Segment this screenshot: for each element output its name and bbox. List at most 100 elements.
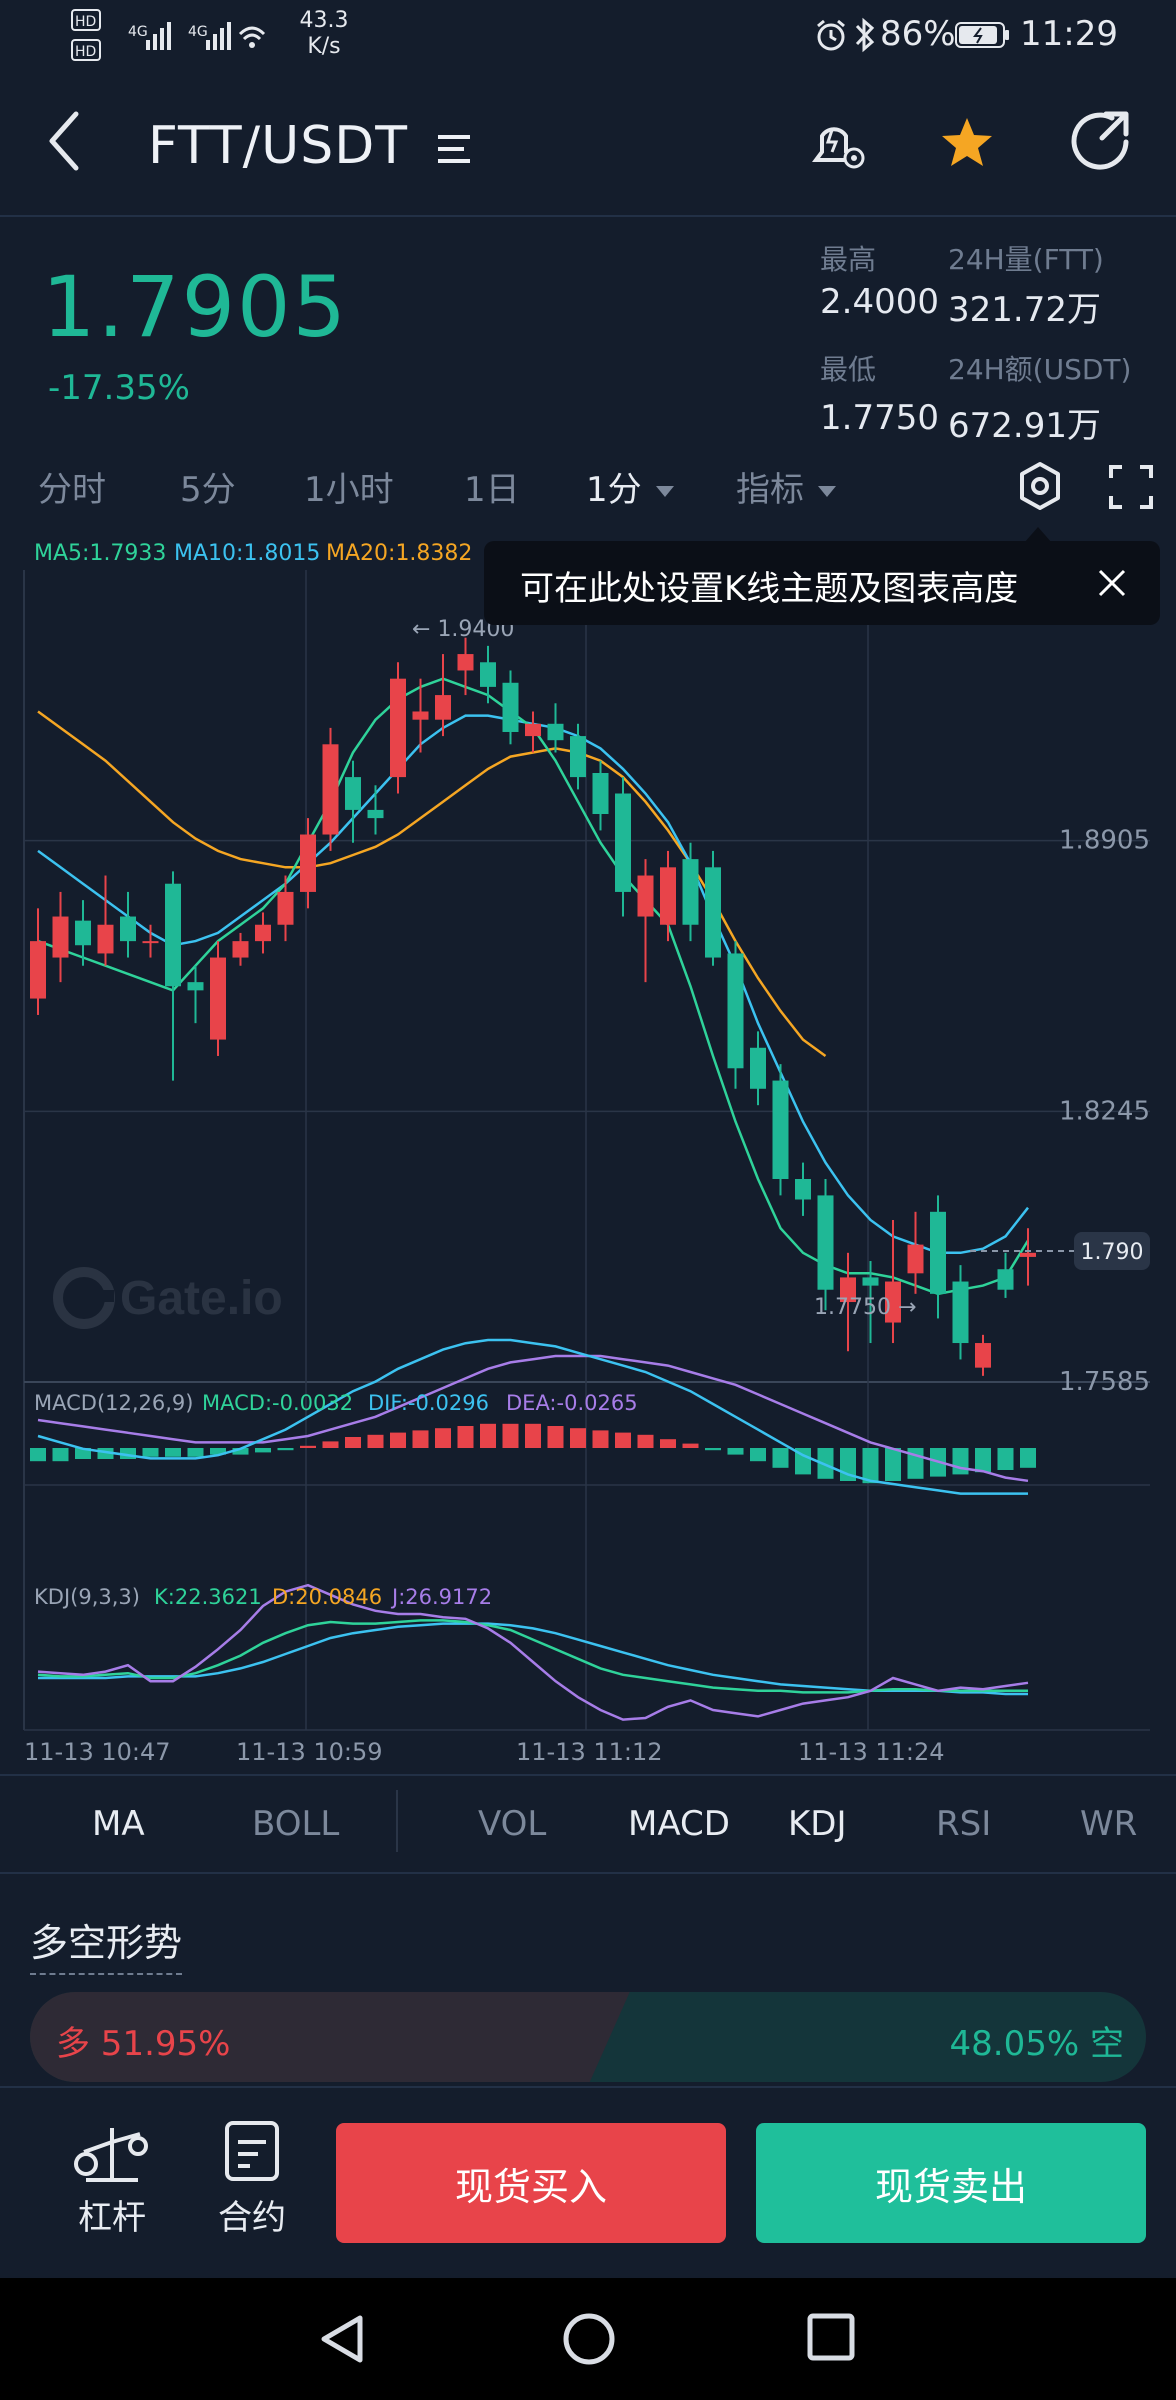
- macd-bar: [322, 1441, 339, 1448]
- macd-bar: [727, 1448, 744, 1455]
- sentiment-bar: 多 51.95% 48.05% 空: [30, 1992, 1146, 2082]
- candle: [390, 662, 406, 794]
- macd-value: MACD:-0.0032: [202, 1391, 353, 1415]
- candle: [817, 1179, 834, 1311]
- tooltip-close-button[interactable]: [1092, 563, 1132, 603]
- candle: [592, 760, 609, 831]
- candle-body: [547, 723, 564, 741]
- pair-switcher[interactable]: FTT/USDT: [148, 116, 474, 176]
- back-button[interactable]: [40, 106, 90, 176]
- tab-macd[interactable]: MACD: [628, 1804, 730, 1844]
- share-button[interactable]: [1068, 108, 1134, 174]
- last-price-tag-text: 1.790: [1081, 1240, 1144, 1265]
- tab-kdj[interactable]: KDJ: [788, 1804, 847, 1844]
- candle-body: [795, 1179, 811, 1200]
- candle: [975, 1334, 991, 1376]
- spot-buy-button[interactable]: 现货买入: [336, 2123, 726, 2243]
- ma20-legend: MA20:1.8382: [326, 541, 472, 566]
- time-axis: 11-13 10:47 11-13 10:59 11-13 11:12 11-13 1…: [24, 1738, 945, 1766]
- candle: [772, 1064, 789, 1196]
- tab-ma[interactable]: MA: [92, 1804, 145, 1844]
- macd-bar: [570, 1428, 586, 1448]
- contract-button[interactable]: [224, 2120, 280, 2184]
- candle-body: [300, 834, 316, 892]
- leverage-button[interactable]: [72, 2120, 152, 2190]
- candle: [210, 941, 226, 1056]
- leverage-label[interactable]: 杠杆: [78, 2190, 146, 2239]
- system-nav-bar: [0, 2278, 1176, 2400]
- tab-1hour[interactable]: 1小时: [304, 462, 394, 511]
- amount-value: 672.91万: [948, 406, 1101, 446]
- time-axis-label: 11-13 10:59: [236, 1738, 383, 1766]
- macd-bar: [592, 1430, 609, 1448]
- close-icon: [1098, 569, 1126, 597]
- last-price: 1.7905: [42, 258, 348, 356]
- macd-bar: [772, 1448, 789, 1468]
- candle-body: [592, 773, 609, 815]
- candle: [345, 760, 361, 843]
- tab-wr[interactable]: WR: [1080, 1804, 1137, 1844]
- action-divider: [0, 2086, 1176, 2088]
- tab-label: 指标: [736, 470, 804, 510]
- spot-sell-button[interactable]: 现货卖出: [756, 2123, 1146, 2243]
- nav-back-button[interactable]: [316, 2312, 368, 2366]
- candle: [30, 908, 46, 1015]
- indicator-separator: [396, 1790, 398, 1852]
- fullscreen-button[interactable]: [1108, 464, 1154, 510]
- candle-body: [862, 1277, 879, 1286]
- svg-text:Gate.io: Gate.io: [120, 1272, 283, 1325]
- tab-boll[interactable]: BOLL: [252, 1804, 339, 1844]
- candle-body: [637, 875, 654, 917]
- nav-home-button[interactable]: [562, 2312, 616, 2366]
- favorite-button[interactable]: [938, 114, 996, 172]
- candle-body: [952, 1281, 969, 1344]
- contract-label[interactable]: 合约: [218, 2190, 286, 2239]
- candle-body: [412, 711, 429, 720]
- price-axis-label: 1.8245: [1059, 1096, 1150, 1126]
- high-value: 2.4000: [820, 282, 939, 322]
- candle: [457, 637, 474, 696]
- low-value: 1.7750: [820, 398, 939, 438]
- candle-body: [277, 891, 294, 925]
- sentiment-title[interactable]: 多空形势: [30, 1912, 183, 1975]
- candle-body: [682, 859, 699, 925]
- hexagon-settings-icon: [1020, 462, 1060, 510]
- dif-value: DIF:-0.0296: [368, 1391, 489, 1415]
- document-icon: [225, 2121, 279, 2181]
- share-icon: [1071, 111, 1129, 170]
- tab-5min[interactable]: 5分: [180, 462, 236, 511]
- tab-1day[interactable]: 1日: [464, 462, 520, 511]
- nav-recents-button[interactable]: [806, 2312, 856, 2362]
- candle: [727, 941, 744, 1089]
- tab-vol[interactable]: VOL: [478, 1804, 546, 1844]
- tab-label: 5分: [180, 470, 236, 510]
- kline-chart[interactable]: 1.95651.89051.82451.7585 11-13 10:4711-1…: [0, 520, 1176, 1770]
- candle: [232, 932, 249, 966]
- price-alert-button[interactable]: [806, 110, 870, 174]
- candle-body: [345, 777, 361, 810]
- macd-bar: [30, 1448, 46, 1462]
- tab-indicators[interactable]: 指标: [736, 462, 836, 511]
- tooltip-arrow: [1024, 527, 1052, 543]
- candle-body: [772, 1080, 789, 1179]
- chart-settings-button[interactable]: [1016, 460, 1064, 512]
- bluetooth-icon: [852, 16, 878, 54]
- candle: [997, 1252, 1014, 1298]
- macd-bar: [750, 1448, 766, 1462]
- dif-line: [37, 1338, 1028, 1495]
- low-marker: 1.7750 →: [814, 1295, 916, 1320]
- low-label: 最低: [820, 353, 877, 386]
- candle-body: [142, 941, 159, 944]
- macd-bar: [997, 1448, 1014, 1470]
- tab-rsi[interactable]: RSI: [936, 1804, 991, 1844]
- candle-body: [30, 941, 46, 999]
- tab-1min[interactable]: 1分: [586, 462, 674, 511]
- svg-text:HD: HD: [75, 44, 96, 60]
- hd-signal-icon: HD HD 4G 4G: [70, 8, 270, 64]
- tooltip-text: 可在此处设置K线主题及图表高度: [520, 569, 1019, 609]
- macd-bar: [52, 1448, 69, 1462]
- candle: [637, 859, 654, 983]
- candle-body: [322, 744, 339, 835]
- tab-timeshare[interactable]: 分时: [38, 462, 106, 511]
- dea-value: DEA:-0.0265: [506, 1391, 638, 1415]
